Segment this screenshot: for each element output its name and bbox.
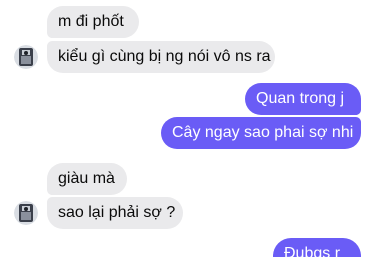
outgoing-message[interactable]: Cây ngay sao phai sợ nhi: [161, 117, 361, 149]
contact-avatar-icon[interactable]: [14, 45, 38, 69]
outgoing-message[interactable]: Đubgs r: [273, 238, 361, 257]
incoming-message[interactable]: m đi phốt: [47, 6, 139, 38]
contact-avatar-icon[interactable]: [14, 201, 38, 225]
incoming-message[interactable]: giàu mà: [47, 163, 127, 195]
incoming-message[interactable]: kiểu gì cùng bị ng nói vô ns ra: [47, 41, 275, 73]
chat-thread: m đi phốt kiểu gì cùng bị ng nói vô ns r…: [0, 0, 374, 257]
outgoing-message[interactable]: Quan trong j: [245, 83, 361, 115]
incoming-message[interactable]: sao lại phải sợ ?: [47, 197, 183, 229]
